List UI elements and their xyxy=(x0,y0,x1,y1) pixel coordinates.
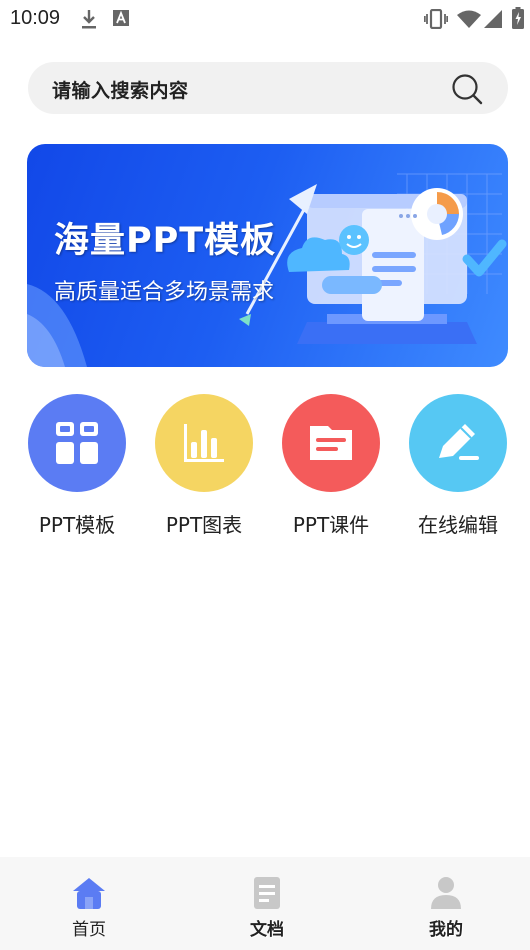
category-ppt-templates[interactable]: PPT模板 xyxy=(17,394,137,544)
category-online-edit[interactable]: 在线编辑 xyxy=(398,394,518,544)
search-placeholder: 请输入搜索内容 xyxy=(52,80,189,102)
nav-label: 文档 xyxy=(250,920,284,940)
home-icon xyxy=(73,878,105,909)
nav-label: 首页 xyxy=(72,920,106,940)
banner-subtitle: 高质量适合多场景需求 xyxy=(54,280,275,305)
category-icon-circle xyxy=(409,394,507,492)
nav-item-profile[interactable]: 我的 xyxy=(386,857,506,950)
category-icon-circle xyxy=(282,394,380,492)
promo-banner[interactable]: 海量PPT模板 高质量适合多场景需求 xyxy=(27,144,508,367)
category-label: PPT课件 xyxy=(292,513,370,537)
nav-item-home[interactable]: 首页 xyxy=(29,857,149,950)
document-icon xyxy=(310,426,352,460)
category-ppt-courseware[interactable]: PPT课件 xyxy=(271,394,391,544)
banner-title: 海量PPT模板 xyxy=(54,221,277,261)
signal-icon xyxy=(484,10,502,28)
file-icon xyxy=(254,877,280,909)
font-icon xyxy=(113,10,129,26)
category-icon-circle xyxy=(155,394,253,492)
bar-chart-icon xyxy=(184,424,224,462)
status-time: 10:09 xyxy=(10,7,61,29)
category-label: PPT图表 xyxy=(165,513,243,537)
wifi-icon xyxy=(457,10,481,28)
nav-item-documents[interactable]: 文档 xyxy=(207,857,327,950)
category-icon-circle xyxy=(28,394,126,492)
category-label: PPT模板 xyxy=(38,513,116,537)
battery-icon xyxy=(512,7,524,29)
status-bar: 10:09 xyxy=(0,0,530,38)
vibrate-icon xyxy=(424,9,448,29)
bottom-nav: 首页 文档 我的 xyxy=(0,857,530,950)
search-input[interactable]: 请输入搜索内容 xyxy=(28,62,508,114)
download-icon xyxy=(82,10,96,29)
pen-icon xyxy=(439,424,479,460)
category-label: 在线编辑 xyxy=(418,513,498,537)
nav-label: 我的 xyxy=(429,920,463,940)
grid-icon xyxy=(56,422,98,464)
search-icon[interactable] xyxy=(450,72,484,106)
user-icon xyxy=(431,877,461,909)
category-ppt-charts[interactable]: PPT图表 xyxy=(144,394,264,544)
